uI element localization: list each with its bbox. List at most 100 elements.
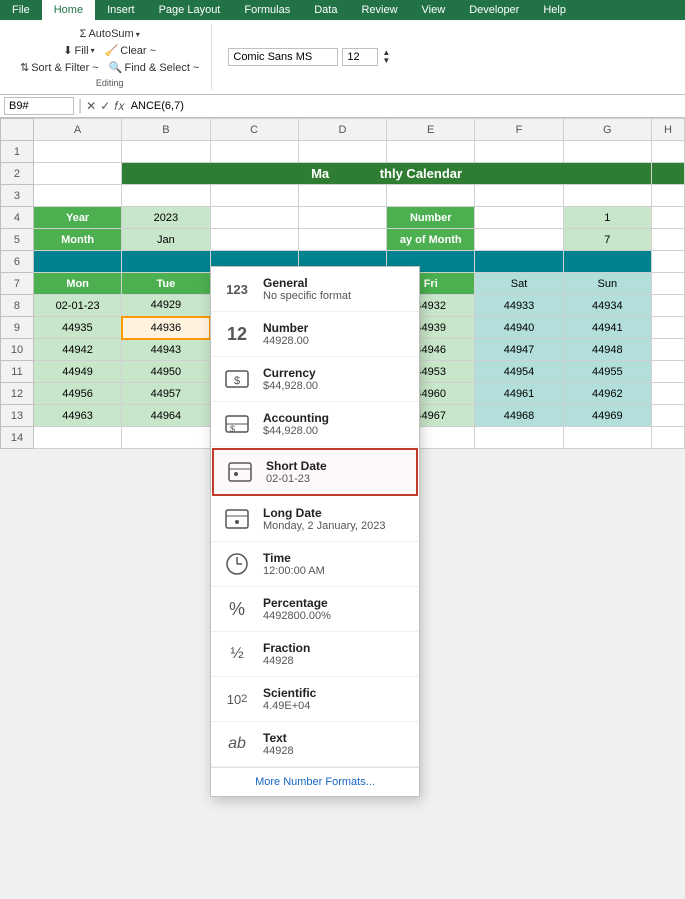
cell-g12[interactable]: 44962 — [563, 383, 651, 405]
format-item-fraction[interactable]: ½ Fraction 44928 — [211, 632, 419, 677]
cell-h7[interactable] — [651, 273, 684, 295]
format-item-time[interactable]: Time 12:00:00 AM — [211, 542, 419, 587]
tue-header[interactable]: Tue — [122, 273, 210, 295]
cell-h5[interactable] — [651, 229, 684, 251]
confirm-formula-icon[interactable]: ✓ — [100, 99, 110, 114]
col-header-e[interactable]: E — [387, 119, 475, 141]
month-value[interactable]: Jan — [122, 229, 210, 251]
tab-file[interactable]: File — [0, 0, 42, 20]
cell-a14[interactable] — [33, 427, 121, 449]
cell-h2[interactable] — [651, 163, 684, 185]
col-header-g[interactable]: G — [563, 119, 651, 141]
cell-g6[interactable] — [563, 251, 651, 273]
calendar-title[interactable]: Ma thly Calendar — [122, 163, 652, 185]
number-label[interactable]: Number — [387, 207, 475, 229]
cell-g3[interactable] — [563, 185, 651, 207]
cell-b6[interactable] — [122, 251, 210, 273]
year-value[interactable]: 2023 — [122, 207, 210, 229]
cell-c4[interactable] — [210, 207, 298, 229]
format-item-number[interactable]: 12 Number 44928.00 — [211, 312, 419, 357]
cell-f9[interactable]: 44940 — [475, 317, 563, 339]
cell-f1[interactable] — [475, 141, 563, 163]
sort-filter-button[interactable]: ⇅ Sort & Filter ~ — [16, 59, 103, 76]
cell-b11[interactable]: 44950 — [122, 361, 210, 383]
cell-g14[interactable] — [563, 427, 651, 449]
cell-reference-input[interactable] — [4, 97, 74, 115]
number-value[interactable]: 1 — [563, 207, 651, 229]
tab-view[interactable]: View — [410, 0, 458, 20]
cell-f10[interactable]: 44947 — [475, 339, 563, 361]
cell-d5[interactable] — [298, 229, 386, 251]
fill-button[interactable]: ⬇ Fill ▾ — [59, 42, 98, 59]
cell-c1[interactable] — [210, 141, 298, 163]
col-header-d[interactable]: D — [298, 119, 386, 141]
cell-a1[interactable] — [33, 141, 121, 163]
col-header-h[interactable]: H — [651, 119, 684, 141]
col-header-b[interactable]: B — [122, 119, 210, 141]
font-name-input[interactable] — [228, 48, 338, 66]
tab-data[interactable]: Data — [302, 0, 349, 20]
cell-a2[interactable] — [33, 163, 121, 185]
font-size-input[interactable] — [342, 48, 378, 66]
cell-h8[interactable] — [651, 295, 684, 317]
clear-button[interactable]: 🧹 Clear ~ — [101, 42, 160, 59]
cell-d4[interactable] — [298, 207, 386, 229]
cell-g11[interactable]: 44955 — [563, 361, 651, 383]
day-of-month-label[interactable]: ay of Month — [387, 229, 475, 251]
cell-b10[interactable]: 44943 — [122, 339, 210, 361]
cell-h4[interactable] — [651, 207, 684, 229]
find-select-button[interactable]: 🔍 Find & Select ~ — [105, 59, 204, 76]
cell-g13[interactable]: 44969 — [563, 405, 651, 427]
cell-a10[interactable]: 44942 — [33, 339, 121, 361]
cell-h12[interactable] — [651, 383, 684, 405]
cancel-formula-icon[interactable]: ✕ — [86, 99, 96, 114]
format-item-long-date[interactable]: Long Date Monday, 2 January, 2023 — [211, 497, 419, 542]
cell-h3[interactable] — [651, 185, 684, 207]
format-item-currency[interactable]: $ Currency $44,928.00 — [211, 357, 419, 402]
insert-function-icon[interactable]: 𝑓𝑥 — [114, 99, 124, 114]
cell-h14[interactable] — [651, 427, 684, 449]
year-label[interactable]: Year — [33, 207, 121, 229]
tab-insert[interactable]: Insert — [95, 0, 147, 20]
day-of-month-value[interactable]: 7 — [563, 229, 651, 251]
cell-h13[interactable] — [651, 405, 684, 427]
cell-f5[interactable] — [475, 229, 563, 251]
cell-b1[interactable] — [122, 141, 210, 163]
cell-a3[interactable] — [33, 185, 121, 207]
tab-review[interactable]: Review — [349, 0, 409, 20]
col-header-a[interactable]: A — [33, 119, 121, 141]
format-item-percentage[interactable]: % Percentage 4492800.00% — [211, 587, 419, 632]
mon-header[interactable]: Mon — [33, 273, 121, 295]
cell-a11[interactable]: 44949 — [33, 361, 121, 383]
cell-b8[interactable]: 44929 — [122, 295, 210, 317]
format-item-scientific[interactable]: 102 Scientific 4.49E+04 — [211, 677, 419, 722]
cell-f12[interactable]: 44961 — [475, 383, 563, 405]
cell-b9[interactable]: 44936 — [122, 317, 210, 339]
cell-h1[interactable] — [651, 141, 684, 163]
tab-home[interactable]: Home — [42, 0, 95, 20]
cell-a13[interactable]: 44963 — [33, 405, 121, 427]
font-size-decrease-button[interactable]: ▼ — [382, 57, 390, 65]
cell-c5[interactable] — [210, 229, 298, 251]
cell-g10[interactable]: 44948 — [563, 339, 651, 361]
format-dropdown[interactable]: 123 General No specific format 12 Number… — [210, 266, 420, 797]
cell-a9[interactable]: 44935 — [33, 317, 121, 339]
tab-formulas[interactable]: Formulas — [232, 0, 302, 20]
cell-b3[interactable] — [122, 185, 210, 207]
cell-d3[interactable] — [298, 185, 386, 207]
cell-f13[interactable]: 44968 — [475, 405, 563, 427]
cell-g8[interactable]: 44934 — [563, 295, 651, 317]
tab-help[interactable]: Help — [531, 0, 578, 20]
cell-f4[interactable] — [475, 207, 563, 229]
cell-a12[interactable]: 44956 — [33, 383, 121, 405]
cell-d1[interactable] — [298, 141, 386, 163]
tab-developer[interactable]: Developer — [457, 0, 531, 20]
tab-page-layout[interactable]: Page Layout — [147, 0, 233, 20]
cell-f6[interactable] — [475, 251, 563, 273]
autosum-button[interactable]: Σ AutoSum ▾ — [76, 26, 144, 42]
format-item-general[interactable]: 123 General No specific format — [211, 267, 419, 312]
cell-g1[interactable] — [563, 141, 651, 163]
sun-header[interactable]: Sun — [563, 273, 651, 295]
col-header-c[interactable]: C — [210, 119, 298, 141]
cell-a6[interactable] — [33, 251, 121, 273]
